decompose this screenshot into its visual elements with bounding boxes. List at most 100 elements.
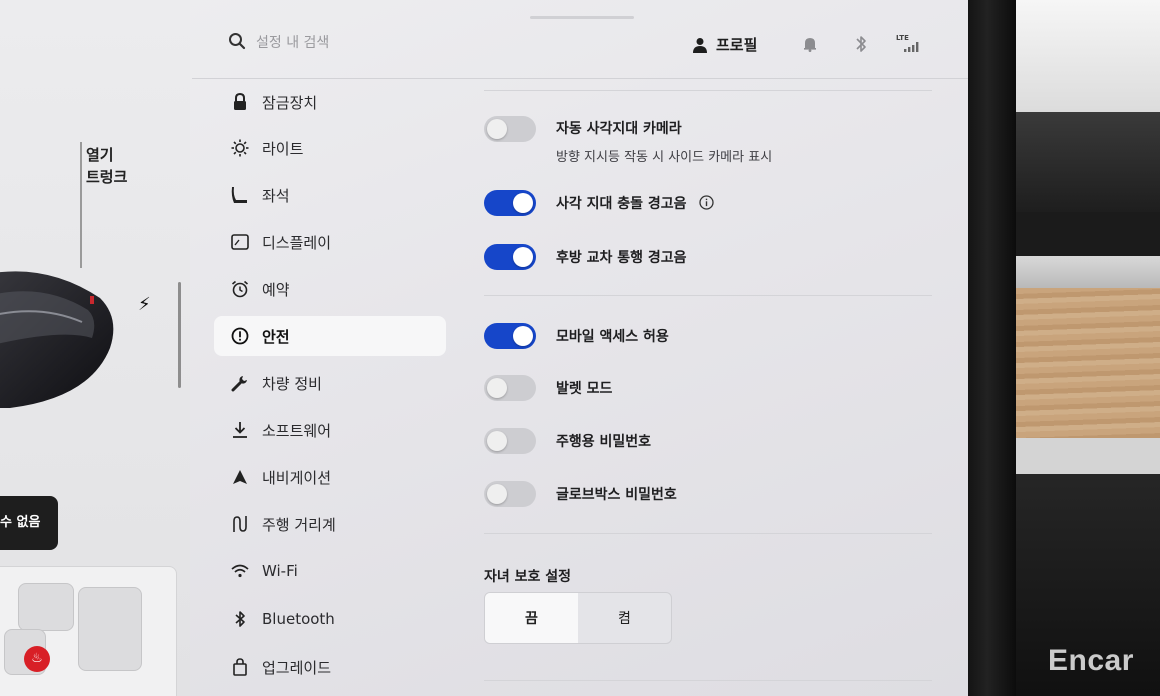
- setting-subtitle: 방향 지시등 작동 시 사이드 카메라 표시: [556, 150, 773, 165]
- setting-row-pin-to-drive: 주행용 비밀번호: [484, 428, 932, 458]
- sidebar-item-bluetooth[interactable]: Bluetooth: [214, 599, 446, 639]
- sidebar-item-label: 좌석: [262, 186, 290, 205]
- top-bar: 프로필 LTE: [192, 0, 968, 79]
- sidebar-item-label: Wi-Fi: [262, 562, 298, 580]
- bluetooth-status-icon[interactable]: [854, 34, 868, 54]
- valet-mode-toggle[interactable]: [484, 375, 536, 401]
- open-trunk-button[interactable]: 열기 트렁크: [86, 144, 127, 188]
- settings-sidebar: 잠금장치 라이트 좌석 디스플레이 예약 안전 차량 정비 소프트웨어 내비게이…: [214, 80, 446, 696]
- search-input[interactable]: [256, 32, 456, 54]
- person-icon: [693, 37, 707, 53]
- watermark-logo: Encar: [1048, 644, 1134, 677]
- shopping-bag-icon: [230, 657, 250, 677]
- navigation-icon: [230, 467, 250, 487]
- seat-icon: [230, 185, 250, 205]
- mobile-access-toggle[interactable]: [484, 323, 536, 349]
- sidebar-item-label: 라이트: [262, 139, 304, 158]
- seat-heater-alert-icon[interactable]: ♨: [24, 646, 50, 672]
- sidebar-item-schedule[interactable]: 예약: [214, 269, 446, 309]
- seat-front-left[interactable]: [18, 583, 74, 631]
- setting-title: 글로브박스 비밀번호: [556, 487, 677, 503]
- sidebar-item-label: 소프트웨어: [262, 421, 332, 440]
- pin-to-drive-toggle[interactable]: [484, 428, 536, 454]
- touchscreen: 열기 트렁크 ⚡ 수 없음 ♨ 설정 내 검색 프로필 LTE 잠금장치 라이트…: [0, 0, 968, 696]
- open-trunk-label-line2: 트렁크: [86, 168, 128, 186]
- sidebar-item-display[interactable]: 디스플레이: [214, 222, 446, 262]
- trunk-indicator-line: [80, 142, 82, 268]
- sidebar-item-lights[interactable]: 라이트: [214, 128, 446, 168]
- child-lock-title: 자녀 보호 설정: [484, 569, 572, 585]
- sidebar-item-safety[interactable]: 안전: [214, 316, 446, 356]
- sidebar-item-label: 업그레이드: [262, 658, 332, 677]
- sidebar-item-trips[interactable]: 주행 거리계: [214, 504, 446, 544]
- sidebar-item-seats[interactable]: 좌석: [214, 175, 446, 215]
- trip-icon: [230, 514, 250, 534]
- setting-row-blind-spot-camera: 자동 사각지대 카메라 방향 지시등 작동 시 사이드 카메라 표시: [484, 114, 932, 170]
- bell-icon[interactable]: [802, 36, 818, 52]
- setting-row-valet-mode: 발렛 모드: [484, 375, 932, 405]
- car-panel-scrollbar[interactable]: [178, 282, 181, 388]
- charge-port-icon[interactable]: ⚡: [138, 294, 151, 315]
- sidebar-item-navigation[interactable]: 내비게이션: [214, 457, 446, 497]
- safety-icon: [230, 326, 250, 346]
- divider: [484, 533, 932, 534]
- car-panel: 열기 트렁크 ⚡ 수 없음 ♨: [0, 0, 190, 696]
- rear-cross-traffic-toggle[interactable]: [484, 244, 536, 270]
- drag-handle[interactable]: [530, 16, 634, 19]
- profile-button[interactable]: 프로필: [692, 34, 757, 55]
- profile-label: 프로필: [716, 36, 758, 54]
- setting-title: 발렛 모드: [556, 381, 613, 397]
- sidebar-item-label: Bluetooth: [262, 610, 335, 628]
- car-illustration: [0, 271, 114, 408]
- blind-spot-warning-toggle[interactable]: [484, 190, 536, 216]
- setting-title: 자동 사각지대 카메라: [556, 121, 682, 137]
- open-trunk-label-line1: 열기: [86, 146, 114, 164]
- sidebar-item-lock[interactable]: 잠금장치: [214, 82, 446, 122]
- child-lock-off-option[interactable]: 끔: [485, 593, 578, 643]
- alarm-clock-icon: [230, 279, 250, 299]
- setting-row-rear-cross-traffic: 후방 교차 통행 경고음: [484, 244, 932, 274]
- sidebar-item-label: 차량 정비: [262, 374, 322, 393]
- child-lock-selector: 끔 켬: [484, 592, 672, 644]
- divider: [484, 680, 932, 681]
- download-icon: [230, 420, 250, 440]
- bluetooth-icon: [230, 609, 250, 629]
- dashboard-background: [1016, 0, 1160, 696]
- sidebar-item-label: 주행 거리계: [262, 515, 336, 534]
- blind-spot-camera-toggle[interactable]: [484, 116, 536, 142]
- display-icon: [230, 232, 250, 252]
- cellular-signal-icon: LTE: [896, 34, 924, 54]
- sidebar-item-label: 잠금장치: [262, 93, 318, 112]
- setting-title-wrap: 사각 지대 충돌 경고음: [556, 193, 715, 213]
- screen-bezel: [968, 0, 1016, 696]
- wifi-icon: [230, 561, 250, 581]
- sidebar-item-label: 예약: [262, 280, 290, 299]
- seat-heater-panel: [0, 566, 177, 696]
- setting-title: 주행용 비밀번호: [556, 434, 652, 450]
- light-icon: [230, 138, 250, 158]
- sidebar-item-software[interactable]: 소프트웨어: [214, 410, 446, 450]
- safety-settings-panel: 자동 사각지대 카메라 방향 지시등 작동 시 사이드 카메라 표시 사각 지대…: [484, 84, 932, 696]
- lock-icon: [230, 92, 250, 112]
- info-icon[interactable]: [699, 195, 715, 210]
- setting-title: 모바일 액세스 허용: [556, 329, 669, 345]
- sidebar-item-service[interactable]: 차량 정비: [214, 363, 446, 403]
- search-icon: [229, 33, 246, 50]
- setting-row-mobile-access: 모바일 액세스 허용: [484, 323, 932, 353]
- sidebar-item-wifi[interactable]: Wi-Fi: [214, 551, 446, 591]
- child-lock-on-option[interactable]: 켬: [578, 593, 671, 643]
- setting-row-blind-spot-warning: 사각 지대 충돌 경고음: [484, 190, 932, 220]
- sidebar-item-label: 내비게이션: [262, 468, 332, 487]
- sidebar-item-label: 안전: [262, 327, 290, 346]
- glovebox-pin-toggle[interactable]: [484, 481, 536, 507]
- wrench-icon: [230, 373, 250, 393]
- setting-title: 사각 지대 충돌 경고음: [556, 196, 687, 212]
- divider: [484, 295, 932, 296]
- sidebar-item-label: 디스플레이: [262, 233, 332, 252]
- divider: [484, 90, 932, 91]
- setting-title: 후방 교차 통행 경고음: [556, 250, 687, 266]
- status-chip: 수 없음: [0, 496, 58, 550]
- seat-rear-center[interactable]: [78, 587, 142, 671]
- setting-row-glovebox-pin: 글로브박스 비밀번호: [484, 481, 932, 511]
- sidebar-item-upgrades[interactable]: 업그레이드: [214, 647, 446, 687]
